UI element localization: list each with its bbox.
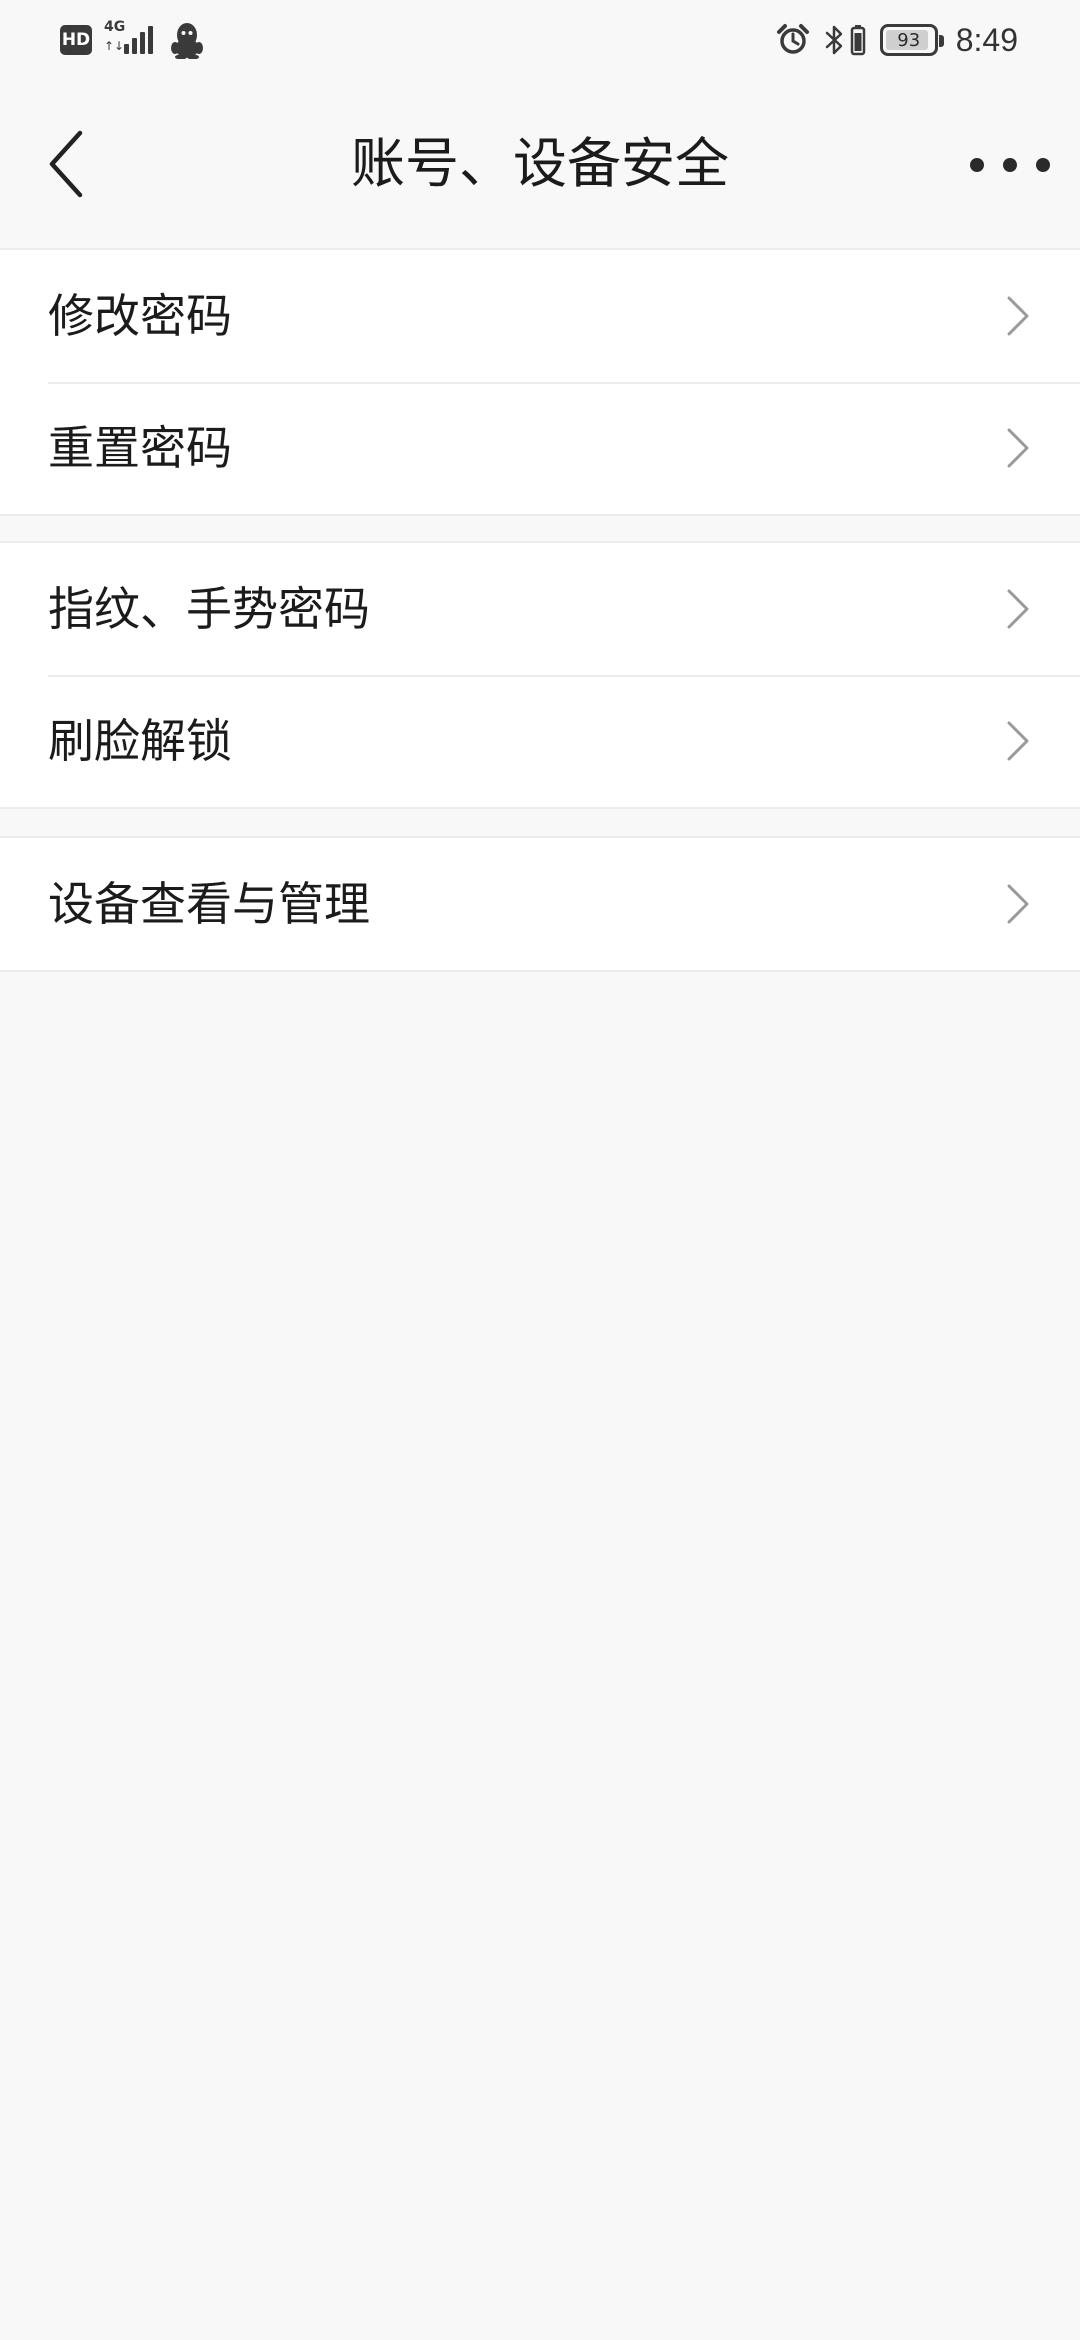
vibrate-battery-icon (850, 25, 865, 56)
more-options-button[interactable] (970, 150, 1050, 180)
title-bar: 账号、设备安全 (0, 80, 1080, 248)
signal-bars-icon (124, 26, 153, 54)
face-unlock-row[interactable]: 刷脸解锁 (0, 675, 1080, 807)
chevron-right-icon (1007, 884, 1029, 924)
status-right: 93 8:49 (776, 18, 1018, 62)
dot-icon (970, 158, 984, 172)
qq-penguin-icon (171, 23, 203, 59)
status-left: HD 4G ↑↓ (60, 20, 204, 60)
chevron-right-icon (1007, 721, 1029, 761)
bluetooth-icon (825, 25, 842, 55)
battery-level: 93 (897, 29, 921, 51)
alarm-clock-icon (776, 24, 809, 54)
chevron-right-icon (1007, 428, 1029, 468)
page-title: 账号、设备安全 (351, 132, 729, 195)
fingerprint-gesture-row[interactable]: 指纹、手势密码 (0, 543, 1080, 675)
row-label: 刷脸解锁 (48, 714, 232, 768)
cellular-signal: 4G ↑↓ (104, 20, 160, 60)
battery-icon: 93 (879, 24, 944, 56)
settings-group-devices: 设备查看与管理 (0, 836, 1080, 972)
row-label: 设备查看与管理 (48, 877, 370, 931)
row-label: 重置密码 (48, 421, 232, 475)
settings-group-biometric: 指纹、手势密码 刷脸解锁 (0, 541, 1080, 809)
reset-password-row[interactable]: 重置密码 (0, 382, 1080, 514)
hd-icon: HD (60, 25, 92, 55)
network-type-label: 4G (104, 19, 126, 35)
data-arrows-icon: ↑↓ (104, 39, 125, 53)
change-password-row[interactable]: 修改密码 (0, 250, 1080, 382)
chevron-right-icon (1007, 589, 1029, 629)
settings-group-password: 修改密码 重置密码 (0, 248, 1080, 516)
clock: 8:49 (955, 21, 1018, 58)
dot-icon (1003, 158, 1017, 172)
row-label: 修改密码 (48, 289, 232, 343)
chevron-right-icon (1007, 296, 1029, 336)
status-bar: HD 4G ↑↓ 93 8:49 (0, 0, 1080, 80)
device-management-row[interactable]: 设备查看与管理 (0, 838, 1080, 970)
dot-icon (1036, 158, 1050, 172)
row-label: 指纹、手势密码 (48, 582, 370, 636)
